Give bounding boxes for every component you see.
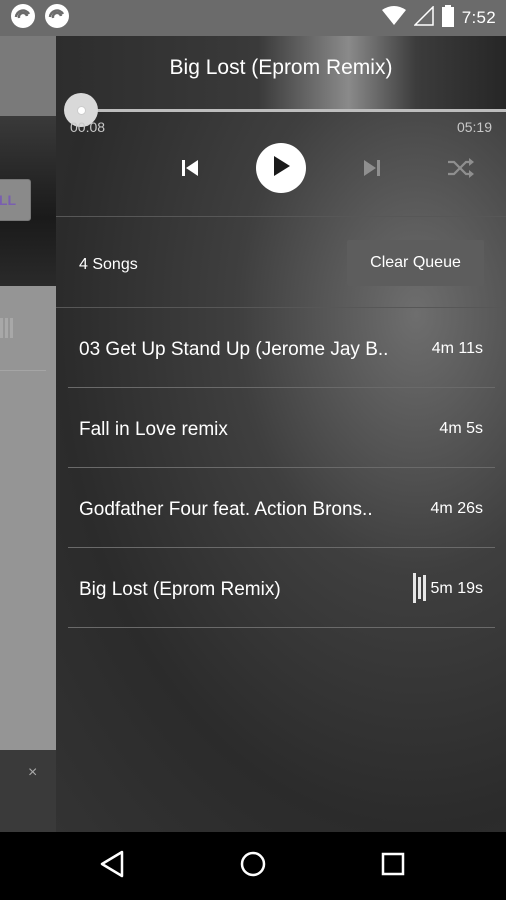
playback-controls [56, 140, 506, 196]
song-count: 4 Songs [79, 256, 138, 273]
close-icon[interactable]: × [28, 764, 37, 782]
queue-item-title: Godfather Four feat. Action Brons.. [79, 499, 373, 520]
queue-item-title: Big Lost (Eprom Remix) [79, 579, 281, 600]
queue-item-duration: 4m 5s [439, 420, 483, 437]
queue-header: 4 Songs Clear Queue [56, 217, 506, 307]
recents-nav-button[interactable] [377, 850, 409, 882]
home-nav-button[interactable] [237, 850, 269, 882]
queue-item[interactable]: Fall in Love remix 4m 5s [68, 388, 495, 468]
now-playing-title: Big Lost (Eprom Remix) [169, 56, 393, 79]
queue-item-duration: 4m 11s [431, 340, 483, 357]
queue-item-duration: 4m 26s [430, 500, 483, 517]
queue-item-title: Fall in Love remix [79, 419, 228, 440]
equalizer-icon [413, 572, 429, 604]
queue-list: 03 Get Up Stand Up (Jerome Jay B.. 4m 11… [68, 308, 495, 628]
queue-item-title: 03 Get Up Stand Up (Jerome Jay B.. [79, 339, 389, 360]
queue-item[interactable]: Godfather Four feat. Action Brons.. 4m 2… [68, 468, 495, 548]
elapsed-time: 00:08 [70, 119, 106, 135]
app-logo-icon [44, 3, 70, 34]
now-playing-header: Big Lost (Eprom Remix) [56, 36, 506, 112]
background-divider [0, 370, 46, 371]
signal-icon [412, 4, 434, 31]
background-app: LL × [0, 36, 56, 832]
wifi-icon [381, 5, 406, 31]
next-button[interactable] [356, 154, 388, 186]
back-nav-icon [99, 850, 125, 883]
play-button[interactable] [256, 143, 306, 193]
background-equalizer-icon [0, 318, 14, 338]
app-logo-icon [10, 3, 36, 34]
queue-item[interactable]: 03 Get Up Stand Up (Jerome Jay B.. 4m 11… [68, 308, 495, 388]
background-app-banner [0, 750, 56, 832]
back-nav-button[interactable] [96, 850, 128, 882]
queue-item-now-playing[interactable]: Big Lost (Eprom Remix) 5m 19s [68, 548, 495, 628]
play-icon [271, 155, 291, 182]
clear-queue-button[interactable]: Clear Queue [347, 240, 484, 286]
next-icon [363, 159, 381, 182]
status-bar: 7:52 [0, 0, 506, 36]
queue-item-duration: 5m 19s [430, 580, 483, 597]
clock: 7:52 [461, 8, 496, 27]
recents-nav-icon [380, 851, 406, 882]
background-app-content [0, 286, 56, 756]
seek-bar[interactable] [70, 109, 506, 112]
shuffle-icon [447, 157, 475, 183]
background-app-header [0, 36, 56, 116]
total-time: 05:19 [456, 119, 492, 135]
navigation-bar [0, 832, 506, 900]
player-drawer: Big Lost (Eprom Remix) 00:08 05:19 4 Son… [56, 36, 506, 832]
previous-button[interactable] [174, 154, 206, 186]
shuffle-button[interactable] [444, 154, 478, 186]
home-nav-icon [239, 850, 267, 883]
previous-icon [181, 159, 199, 182]
battery-icon [441, 4, 454, 32]
background-app-button[interactable]: LL [0, 179, 31, 221]
